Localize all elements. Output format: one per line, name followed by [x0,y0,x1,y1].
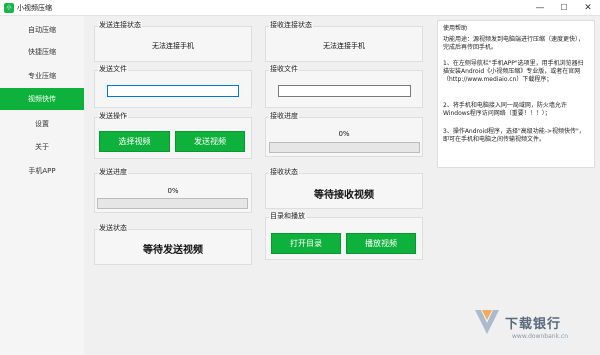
sidebar-item-quick-compress[interactable]: 快捷压缩 [0,41,84,63]
send-progress-bar [97,198,248,209]
receive-connection-status: 无法连接手机 [323,42,365,50]
title-bar: 小 小视频压缩 — ☐ ✕ [0,0,600,16]
receive-dir-label: 目录和播放 [269,212,306,221]
send-file-panel [94,70,252,108]
receive-connection-label: 接收连接状态 [269,21,313,30]
receive-progress-label: 接收进度 [269,112,299,121]
close-icon[interactable]: ✕ [576,0,600,16]
watermark-logo-icon [475,310,499,334]
minimize-icon[interactable]: — [528,0,552,16]
send-file-label: 发送文件 [98,65,128,74]
help-step-3: 3、操作Android程序，选择"高级功能->视频快传"，即可在手机和电脑之间传… [443,128,585,143]
send-file-input[interactable] [107,85,239,97]
receive-connection-panel: 无法连接手机 [265,26,423,62]
sidebar-item-about[interactable]: 关于 [0,136,84,158]
app-icon: 小 [4,3,14,13]
watermark-title: 下载银行 [505,317,562,332]
send-connection-status: 无法连接手机 [152,42,194,50]
sidebar-item-mobile-app[interactable]: 手机APP [0,160,84,182]
receive-file-input[interactable] [278,85,411,97]
play-video-button[interactable]: 播放视频 [346,233,416,254]
sidebar: 自动压缩 快捷压缩 专业压缩 视频快传 设置 关于 手机APP [0,16,84,355]
send-status-panel: 等待发送视频 [94,229,252,265]
send-progress-text: 0% [167,187,179,195]
receive-dir-panel: 打开目录 播放视频 [265,217,423,260]
receive-progress-bar [269,142,420,153]
receive-progress-panel: 0% [265,117,423,157]
sidebar-item-pro-compress[interactable]: 专业压缩 [0,65,84,87]
open-directory-button[interactable]: 打开目录 [271,233,341,254]
send-ops-panel: 选择视频 发送视频 [94,117,252,159]
help-panel: 使用帮助 功能用途：源视频发到电脑端进行压缩（速度更快），完成后再传回手机。 1… [437,20,595,168]
receive-file-label: 接收文件 [269,65,299,74]
send-ops-label: 发送操作 [98,112,128,121]
receive-progress-text: 0% [338,130,350,138]
send-connection-label: 发送连接状态 [98,21,142,30]
send-video-button[interactable]: 发送视频 [175,131,245,152]
send-connection-panel: 无法连接手机 [94,26,252,62]
sidebar-item-video-transfer[interactable]: 视频快传 [0,88,84,110]
help-step-1: 1、在左侧导航栏"手机APP"选项里，用手机浏览器扫描安装Android《小视频… [443,60,584,83]
maximize-icon[interactable]: ☐ [552,0,576,16]
help-purpose: 功能用途：源视频发到电脑端进行压缩（速度更快），完成后再传回手机。 [443,36,585,51]
help-step-2: 2、将手机和电脑接入同一局域网，防火墙允许Windows程序访问网络（重要！！！… [443,102,567,117]
window-title: 小视频压缩 [17,4,52,12]
receive-status-label: 接收状态 [269,168,299,177]
sidebar-item-settings[interactable]: 设置 [0,113,84,135]
receive-status-panel: 等待接收视频 [265,173,423,209]
receive-status-text: 等待接收视频 [314,190,374,201]
watermark-url: www.downbank.cn [512,333,569,340]
help-title: 使用帮助 [443,25,468,32]
send-status-label: 发送状态 [98,224,128,233]
send-progress-panel: 0% [94,173,252,213]
select-video-button[interactable]: 选择视频 [99,131,170,152]
send-status-text: 等待发送视频 [143,245,203,256]
sidebar-item-auto-compress[interactable]: 自动压缩 [0,19,84,41]
send-progress-label: 发送进度 [98,168,128,177]
receive-file-panel [265,70,423,108]
